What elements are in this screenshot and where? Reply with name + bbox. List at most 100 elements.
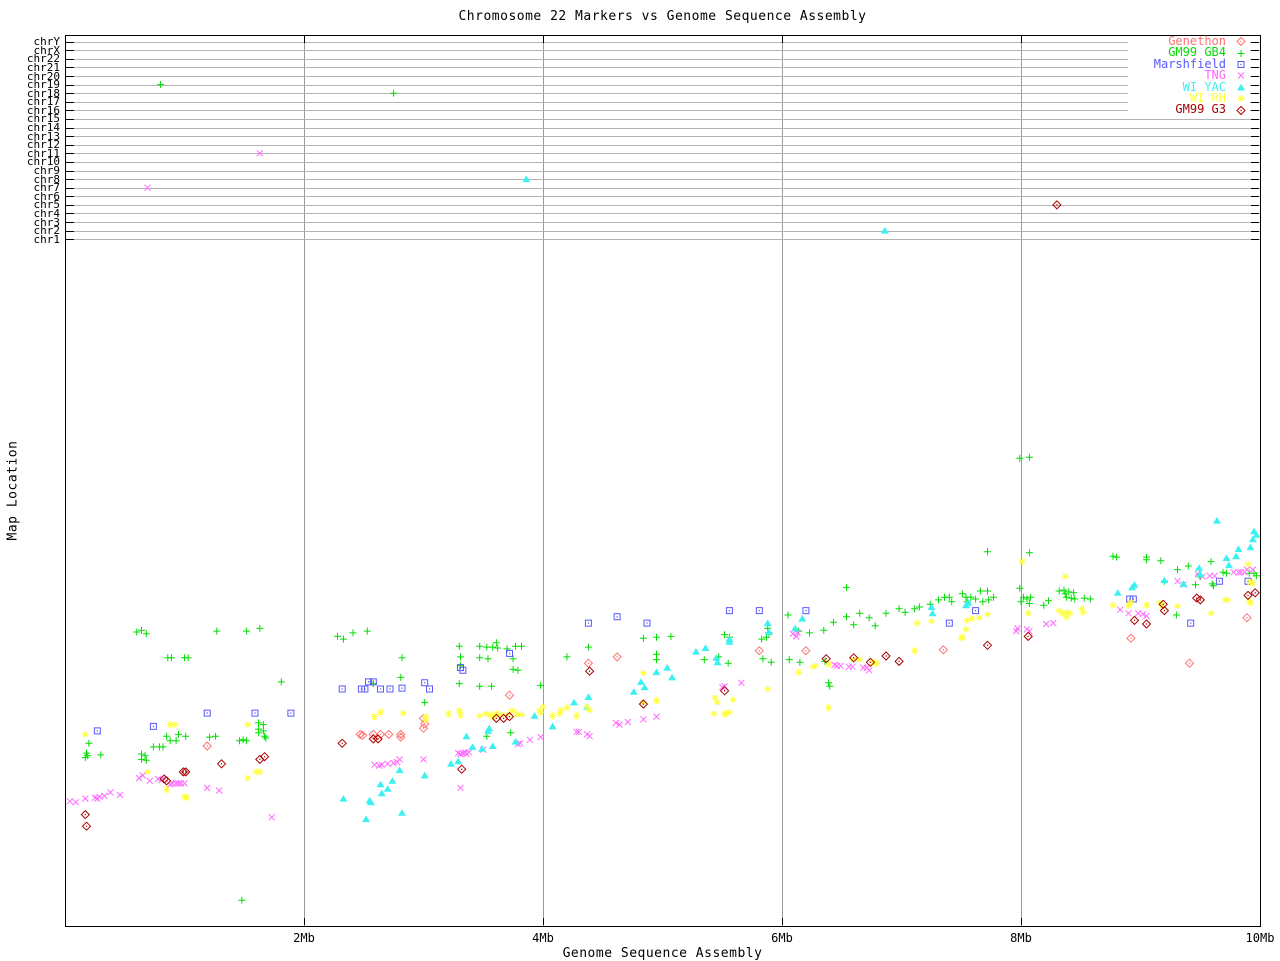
data-point	[378, 686, 384, 692]
data-point	[457, 711, 464, 718]
series-gm99-gb4	[82, 81, 1260, 904]
data-point	[1024, 632, 1032, 640]
data-point	[398, 809, 406, 816]
data-point	[1063, 613, 1070, 620]
data-point	[1212, 573, 1218, 579]
data-point	[157, 81, 164, 88]
data-point	[882, 652, 890, 660]
data-point	[117, 792, 123, 798]
data-point	[584, 693, 592, 700]
data-point	[540, 703, 547, 710]
x-tick-label-4Mb: 4Mb	[511, 931, 575, 945]
data-point	[384, 785, 392, 792]
data-point	[730, 696, 737, 703]
data-point	[377, 709, 384, 716]
data-point	[143, 630, 150, 637]
data-point	[218, 760, 226, 768]
data-point	[1246, 544, 1254, 551]
data-point	[73, 799, 79, 805]
data-point	[826, 683, 833, 690]
data-point	[203, 742, 211, 750]
data-point	[138, 627, 145, 634]
data-point	[939, 646, 947, 654]
data-point	[390, 90, 397, 97]
legend-symbol-icon	[1232, 48, 1250, 59]
data-point	[518, 643, 525, 650]
data-point	[1160, 577, 1168, 584]
series-wi-yac	[339, 176, 1260, 823]
data-point	[260, 721, 267, 728]
data-point	[83, 822, 91, 830]
data-point	[1027, 594, 1034, 601]
data-point	[625, 719, 631, 725]
data-point	[256, 625, 263, 632]
data-point	[764, 686, 771, 693]
data-point	[653, 697, 660, 704]
data-point	[143, 757, 150, 764]
data-point	[959, 634, 966, 641]
data-point	[644, 620, 650, 626]
data-point	[977, 588, 984, 595]
data-point	[972, 596, 979, 603]
data-point	[1110, 602, 1117, 609]
data-point	[702, 644, 710, 651]
data-point	[1131, 616, 1139, 624]
data-point	[493, 639, 500, 646]
data-point	[1043, 621, 1049, 627]
data-point	[573, 712, 580, 719]
data-point	[969, 615, 976, 622]
data-point	[522, 176, 530, 183]
data-point	[929, 610, 937, 617]
data-point	[1208, 610, 1215, 617]
legend-item-wi-yac: WI YAC	[1128, 82, 1250, 93]
data-point	[726, 709, 733, 716]
data-point	[1143, 620, 1151, 628]
data-point	[527, 737, 533, 743]
data-point	[1025, 610, 1032, 617]
data-point	[182, 733, 189, 740]
data-point	[820, 627, 827, 634]
data-point	[421, 699, 428, 706]
data-point	[838, 663, 844, 669]
x-tick-label-6Mb: 6Mb	[750, 931, 814, 945]
data-point	[387, 686, 393, 692]
data-point	[1026, 454, 1033, 461]
data-point	[204, 710, 210, 716]
data-point	[916, 604, 923, 611]
data-point	[959, 590, 966, 597]
data-point	[1188, 620, 1194, 626]
data-point	[144, 768, 151, 775]
data-point	[765, 628, 773, 635]
data-point	[456, 680, 463, 687]
data-point	[701, 656, 708, 663]
data-point	[692, 648, 700, 655]
data-point	[640, 635, 647, 642]
data-point	[175, 731, 182, 738]
data-point	[856, 610, 863, 617]
data-point	[482, 710, 489, 717]
legend: GenethonGM99 GB4MarshfieldTNGWI YACWI RH…	[1128, 36, 1250, 116]
data-point	[385, 761, 391, 767]
data-point	[385, 730, 393, 738]
data-point	[504, 645, 511, 652]
data-point	[204, 785, 210, 791]
data-point	[463, 733, 471, 740]
data-point	[133, 629, 140, 636]
data-point	[1019, 558, 1026, 565]
data-point	[756, 608, 762, 614]
data-point	[1062, 573, 1069, 580]
data-point	[1185, 563, 1192, 570]
data-point	[156, 743, 163, 750]
data-point	[806, 629, 813, 636]
data-point	[653, 634, 660, 641]
data-point	[911, 605, 918, 612]
legend-symbol-icon	[1232, 82, 1250, 93]
data-point	[338, 739, 346, 747]
data-point	[1016, 585, 1023, 592]
data-point	[668, 674, 676, 681]
data-point	[457, 653, 464, 660]
data-point	[1213, 517, 1221, 524]
data-point	[935, 596, 942, 603]
data-point	[107, 789, 113, 795]
data-point	[872, 622, 879, 629]
